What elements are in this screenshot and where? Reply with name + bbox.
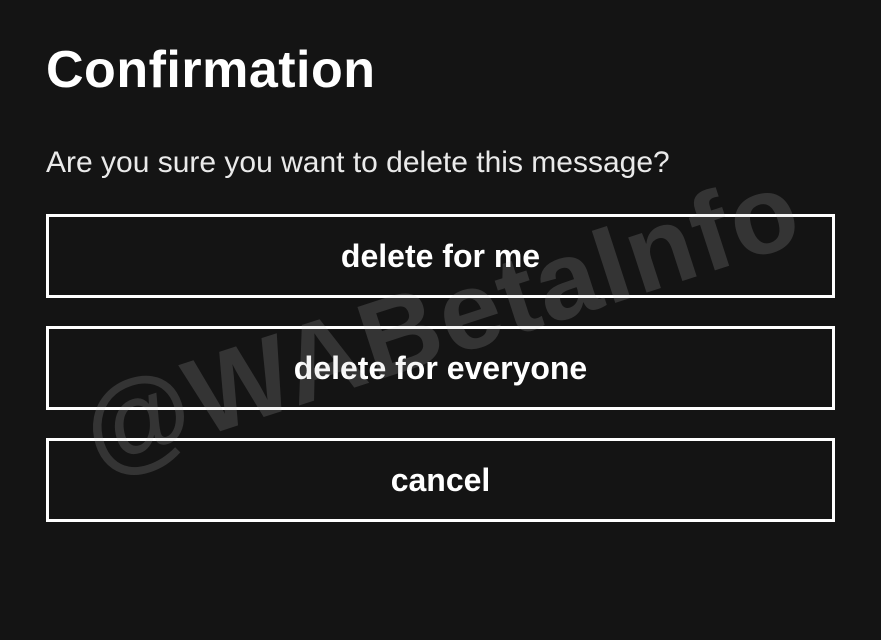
- confirmation-dialog: Confirmation Are you sure you want to de…: [0, 0, 881, 640]
- dialog-message: Are you sure you want to delete this mes…: [46, 146, 835, 180]
- delete-for-everyone-button[interactable]: delete for everyone: [46, 326, 835, 410]
- cancel-button[interactable]: cancel: [46, 438, 835, 522]
- dialog-title: Confirmation: [46, 40, 835, 100]
- delete-for-me-button[interactable]: delete for me: [46, 214, 835, 298]
- dialog-button-stack: delete for me delete for everyone cancel: [46, 214, 835, 522]
